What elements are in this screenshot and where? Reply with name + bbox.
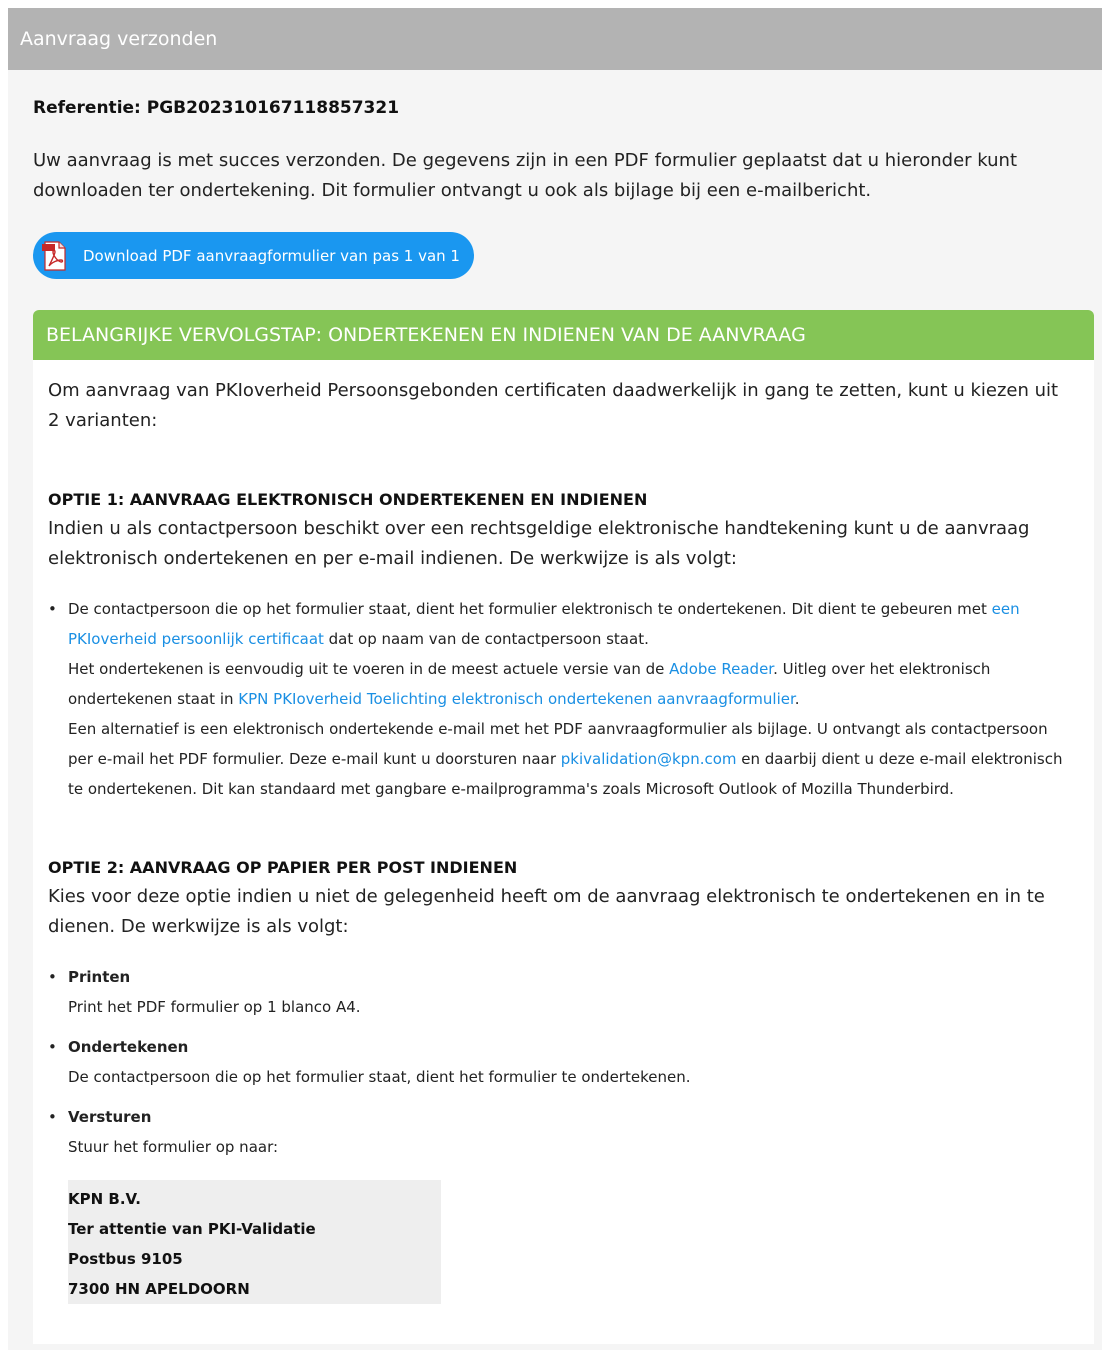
step-sign-text: De contactpersoon die op het formulier s… <box>68 1068 691 1086</box>
option1-list: De contactpersoon die op het formulier s… <box>48 594 1074 804</box>
download-pdf-button[interactable]: Download PDF aanvraagformulier van pas 1… <box>33 232 474 279</box>
confirmation-panel: Aanvraag verzonden Referentie: PGB202310… <box>8 8 1102 1350</box>
next-step-header: BELANGRIJKE VERVOLGSTAP: ONDERTEKENEN EN… <box>33 310 1094 360</box>
next-step-body: Om aanvraag van PKIoverheid Persoonsgebo… <box>33 360 1094 1344</box>
next-step-box: BELANGRIJKE VERVOLGSTAP: ONDERTEKENEN EN… <box>33 310 1094 1344</box>
intro-text: Uw aanvraag is met succes verzonden. De … <box>33 150 1018 201</box>
address-line: Ter attentie van PKI-Validatie <box>68 1220 316 1238</box>
step-sign-heading: Ondertekenen <box>68 1038 189 1056</box>
list-item: Ondertekenen De contactpersoon die op he… <box>48 1032 1074 1092</box>
option2-intro: Kies voor deze optie indien u niet de ge… <box>48 886 1045 937</box>
pkivalidation-email-link[interactable]: pkivalidation@kpn.com <box>561 750 737 768</box>
step-print-text: Print het PDF formulier op 1 blanco A4. <box>68 998 361 1016</box>
next-step-title: BELANGRIJKE VERVOLGSTAP: ONDERTEKENEN EN… <box>46 324 806 346</box>
step-send-text: Stuur het formulier op naar: <box>68 1138 279 1156</box>
address-line: 7300 HN APELDOORN <box>68 1280 250 1298</box>
panel-header: Aanvraag verzonden <box>8 8 1102 70</box>
step-print-heading: Printen <box>68 968 131 986</box>
signing-guide-link[interactable]: KPN PKIoverheid Toelichting elektronisch… <box>238 690 795 708</box>
option1-intro: Indien u als contactpersoon beschikt ove… <box>48 518 1030 569</box>
reference-number: Referentie: PGB202310167118857321 <box>33 98 400 118</box>
list-item: Versturen Stuur het formulier op naar: <box>48 1102 1074 1162</box>
panel-title: Aanvraag verzonden <box>20 28 218 50</box>
option2-list: Printen Print het PDF formulier op 1 bla… <box>48 962 1074 1162</box>
option2-title: OPTIE 2: AANVRAAG OP PAPIER PER POST IND… <box>48 858 518 877</box>
option1-title: OPTIE 1: AANVRAAG ELEKTRONISCH ONDERTEKE… <box>48 490 648 509</box>
step-send-heading: Versturen <box>68 1108 152 1126</box>
top-border <box>0 0 1102 8</box>
list-item: Printen Print het PDF formulier op 1 bla… <box>48 962 1074 1022</box>
adobe-reader-link[interactable]: Adobe Reader <box>669 660 773 678</box>
next-step-lead: Om aanvraag van PKIoverheid Persoonsgebo… <box>48 380 1059 431</box>
postal-address: KPN B.V. Ter attentie van PKI-Validatie … <box>68 1180 441 1304</box>
address-line: Postbus 9105 <box>68 1250 183 1268</box>
option1-list-item: De contactpersoon die op het formulier s… <box>48 594 1074 804</box>
download-pdf-label: Download PDF aanvraagformulier van pas 1… <box>83 246 460 265</box>
panel-body: Referentie: PGB202310167118857321 Uw aan… <box>8 70 1102 1344</box>
address-line: KPN B.V. <box>68 1190 141 1208</box>
pdf-icon <box>42 240 66 271</box>
